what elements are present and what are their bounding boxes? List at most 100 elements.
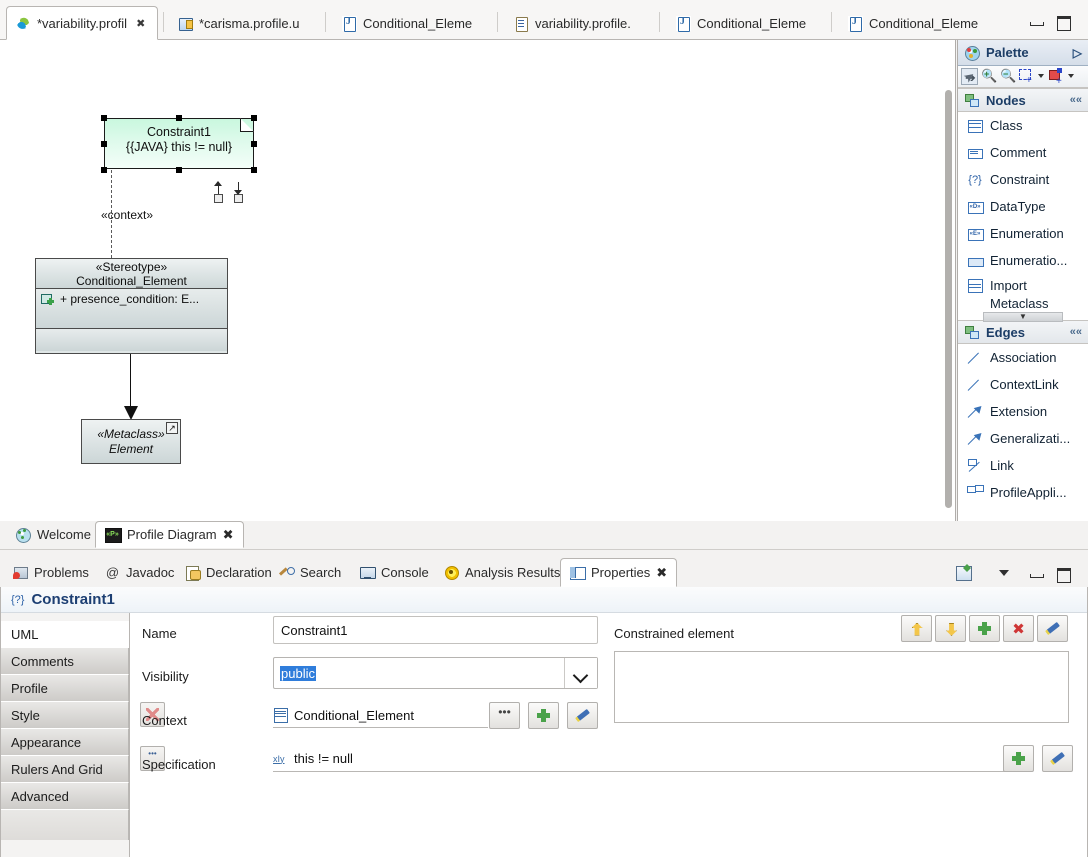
section-tab-rulers-and-grid[interactable]: Rulers And Grid: [1, 756, 129, 783]
section-tab-profile[interactable]: Profile: [1, 675, 129, 702]
context-edit-button[interactable]: [567, 702, 598, 729]
section-tab-uml[interactable]: UML: [1, 621, 129, 648]
constrained-add-button[interactable]: [969, 615, 1000, 642]
specification-value-field[interactable]: xIy this != null: [273, 746, 1008, 772]
resize-handle-se[interactable]: [251, 167, 257, 173]
diagram-canvas[interactable]: Constraint1 {{JAVA} this != null} «conte…: [0, 40, 956, 521]
name-input[interactable]: Constraint1: [273, 616, 598, 644]
editor-page-tab-profile-diagram[interactable]: Profile Diagram ✖: [95, 521, 244, 548]
context-add-button[interactable]: [528, 702, 559, 729]
resize-handle-n[interactable]: [176, 115, 182, 121]
palette-item-datatype[interactable]: DataType: [958, 193, 1088, 220]
resize-handle-ne[interactable]: [251, 115, 257, 121]
collapse-icon[interactable]: ««: [1070, 326, 1082, 338]
palette-item-enumeration[interactable]: Enumeration: [958, 220, 1088, 247]
generalization-edge[interactable]: [130, 354, 131, 409]
constraint-node[interactable]: Constraint1 {{JAVA} this != null}: [104, 118, 254, 169]
visibility-dropdown-button[interactable]: [564, 658, 597, 688]
palette-item-association[interactable]: Association: [958, 344, 1088, 371]
minimize-icon[interactable]: [1028, 565, 1044, 581]
visibility-combo[interactable]: public: [273, 657, 598, 689]
section-tab-advanced[interactable]: Advanced: [1, 783, 129, 810]
editor-page-tab-welcome[interactable]: Welcome: [6, 521, 100, 548]
minimize-icon[interactable]: [1028, 13, 1044, 29]
format-dropdown-icon[interactable]: [1067, 68, 1076, 85]
resize-handle-w[interactable]: [101, 141, 107, 147]
marquee-tool-button[interactable]: +: [1018, 68, 1035, 86]
editor-tab-conditional-element-3[interactable]: Conditional_Eleme: [838, 6, 998, 40]
resize-handle-e[interactable]: [251, 141, 257, 147]
editor-tab-variability-profile[interactable]: *variability.profil ✖: [6, 6, 158, 40]
palette-header[interactable]: Palette ▷: [958, 40, 1088, 66]
search-icon: [279, 565, 295, 580]
editor-tab-conditional-element-1[interactable]: Conditional_Eleme: [332, 6, 492, 40]
view-tab-console[interactable]: Console: [351, 558, 438, 587]
resize-handle-s[interactable]: [176, 167, 182, 173]
palette-item-extension[interactable]: Extension: [958, 398, 1088, 425]
metaclass-node[interactable]: ↗ «Metaclass» Element: [81, 419, 181, 464]
select-tool-button[interactable]: ➔ ➤: [960, 67, 978, 86]
palette-item-constraint[interactable]: {?} Constraint: [958, 166, 1088, 193]
new-properties-view-button[interactable]: [955, 564, 973, 582]
stereotype-node[interactable]: «Stereotype» Conditional_Element + prese…: [35, 258, 228, 354]
expand-arrow-icon[interactable]: ▷: [1073, 46, 1082, 60]
view-tab-declaration[interactable]: Declaration: [176, 558, 281, 587]
constrained-move-up-button[interactable]: [901, 615, 932, 642]
close-icon[interactable]: ✖: [656, 565, 667, 581]
editor-tab-variability-profile-xml[interactable]: variability.profile.: [504, 6, 652, 40]
canvas-vertical-scrollbar[interactable]: [945, 90, 952, 508]
collapse-icon[interactable]: ««: [1070, 94, 1082, 106]
constrained-element-list[interactable]: [614, 651, 1069, 723]
resize-handle-nw[interactable]: [101, 115, 107, 121]
palette-item-comment[interactable]: Comment: [958, 139, 1088, 166]
context-browse-button[interactable]: [489, 702, 520, 729]
section-tab-appearance[interactable]: Appearance: [1, 729, 129, 756]
palette-item-label: Class: [990, 117, 1023, 133]
marquee-dropdown-icon[interactable]: [1037, 68, 1046, 85]
palette-item-class[interactable]: Class: [958, 112, 1088, 139]
palette-group-edges[interactable]: Edges ««: [958, 320, 1088, 344]
close-icon[interactable]: ✖: [223, 527, 234, 543]
editor-tab-label: Conditional_Eleme: [697, 15, 807, 31]
view-tab-search[interactable]: Search: [270, 558, 350, 587]
section-tab-style[interactable]: Style: [1, 702, 129, 729]
target-connection-handle[interactable]: [233, 182, 245, 204]
view-tab-properties[interactable]: Properties ✖: [560, 558, 678, 587]
zoom-out-tool-button[interactable]: 🔍 −: [999, 68, 1016, 85]
diagram-canvas-content: Constraint1 {{JAVA} this != null} «conte…: [0, 40, 940, 510]
view-tab-javadoc[interactable]: @ Javadoc: [96, 558, 183, 587]
palette-item-profile-application[interactable]: ProfileAppli...: [958, 479, 1088, 506]
palette-item-link[interactable]: Link: [958, 452, 1088, 479]
view-tab-problems[interactable]: Problems: [4, 558, 98, 587]
section-tab-comments[interactable]: Comments: [1, 648, 129, 675]
maximize-icon[interactable]: [1055, 565, 1071, 583]
palette-item-contextlink[interactable]: ContextLink: [958, 371, 1088, 398]
source-connection-handle[interactable]: [213, 181, 225, 204]
editor-tab-label: *variability.profil: [37, 15, 128, 31]
editor-tab-conditional-element-2[interactable]: Conditional_Eleme: [666, 6, 826, 40]
constrained-move-down-button[interactable]: [935, 615, 966, 642]
palette-item-generalization[interactable]: Generalizati...: [958, 425, 1088, 452]
palette-group-label: Edges: [986, 324, 1026, 340]
palette-group-nodes[interactable]: Nodes ««: [958, 88, 1088, 112]
view-tab-analysis-results[interactable]: Analysis Results: [435, 558, 569, 587]
specification-add-button[interactable]: [1003, 745, 1034, 772]
context-value-field[interactable]: Conditional_Element: [273, 703, 488, 728]
editor-tab-carisma-profile[interactable]: *carisma.profile.u: [168, 6, 316, 40]
format-tool-button[interactable]: +: [1048, 68, 1065, 87]
palette-item-enumeration-literal[interactable]: Enumeratio...: [958, 247, 1088, 274]
constrained-remove-button[interactable]: [1003, 615, 1034, 642]
resize-handle-sw[interactable]: [101, 167, 107, 173]
specification-edit-button[interactable]: [1042, 745, 1073, 772]
zoom-in-tool-button[interactable]: 🔍 +: [980, 68, 997, 85]
palette-scroll-down-button[interactable]: ▼: [983, 312, 1063, 322]
constrained-edit-button[interactable]: [1037, 615, 1068, 642]
palette-item-label: Link: [990, 457, 1014, 473]
welcome-icon: [15, 527, 31, 543]
group-icon: [964, 324, 980, 340]
attribute-row[interactable]: + presence_condition: E...: [40, 292, 223, 306]
close-icon[interactable]: ✖: [136, 17, 145, 30]
view-menu-button[interactable]: [995, 564, 1013, 582]
palette-item-import-metaclass[interactable]: Import Metaclass: [958, 274, 1088, 314]
maximize-icon[interactable]: [1055, 13, 1071, 31]
